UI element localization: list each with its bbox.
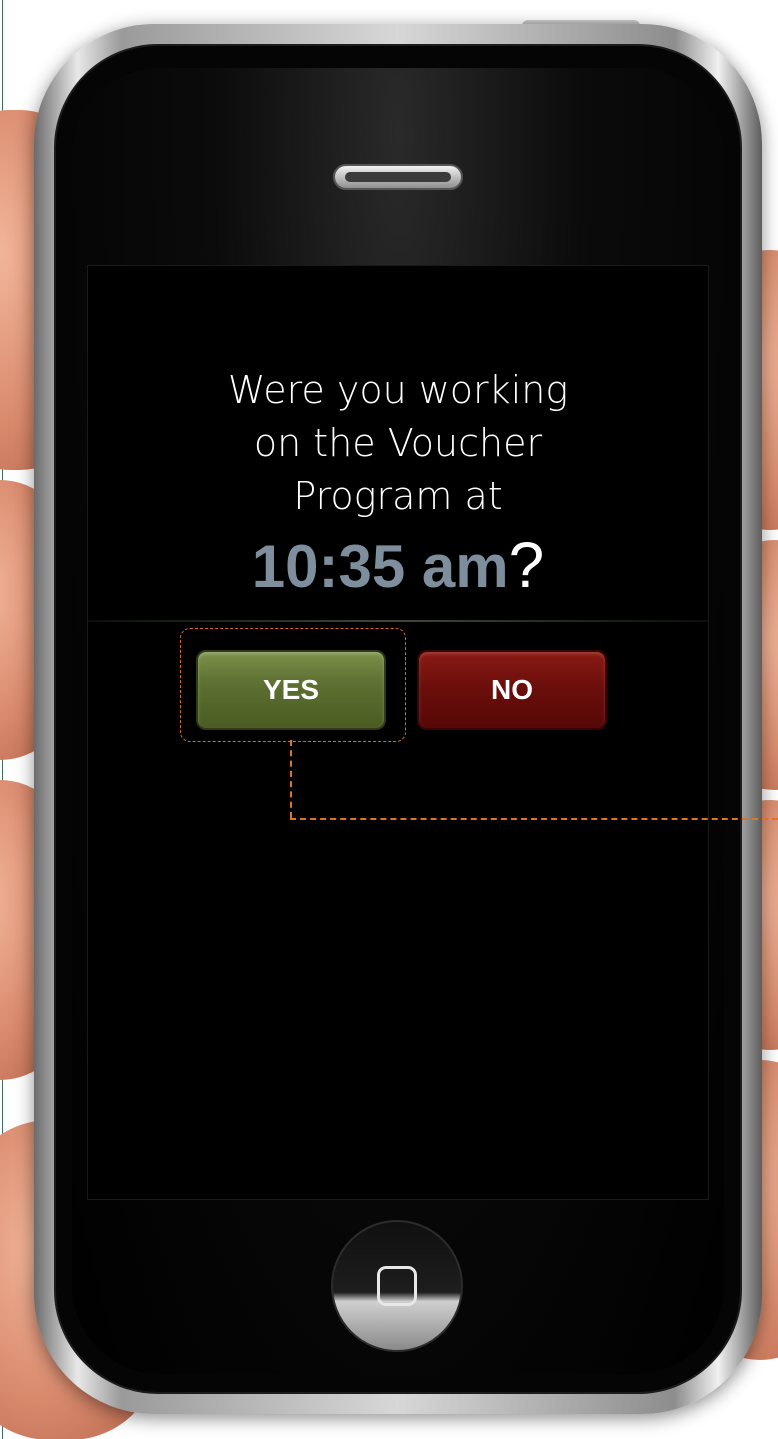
question-text: Were you working on the Voucher Program … (88, 364, 708, 523)
no-button[interactable]: NO (417, 650, 607, 730)
question-line: Were you working (227, 368, 569, 412)
question-mark: ? (508, 529, 545, 601)
time-question: 10:35 am? (88, 528, 708, 602)
yes-button[interactable]: YES (196, 650, 386, 730)
callout-connector-vertical (290, 740, 292, 818)
earpiece-speaker-icon (333, 164, 463, 190)
home-button[interactable] (331, 1220, 463, 1352)
time-value: 10:35 am (251, 533, 509, 600)
question-line: on the Voucher (253, 421, 543, 465)
home-button-icon (377, 1266, 417, 1306)
phone-mockup-scene: Were you working on the Voucher Program … (0, 0, 778, 1439)
callout-connector-horizontal (290, 818, 778, 820)
phone-screen: Were you working on the Voucher Program … (87, 265, 709, 1200)
question-line: Program at (293, 474, 503, 518)
screen-divider (88, 620, 708, 622)
